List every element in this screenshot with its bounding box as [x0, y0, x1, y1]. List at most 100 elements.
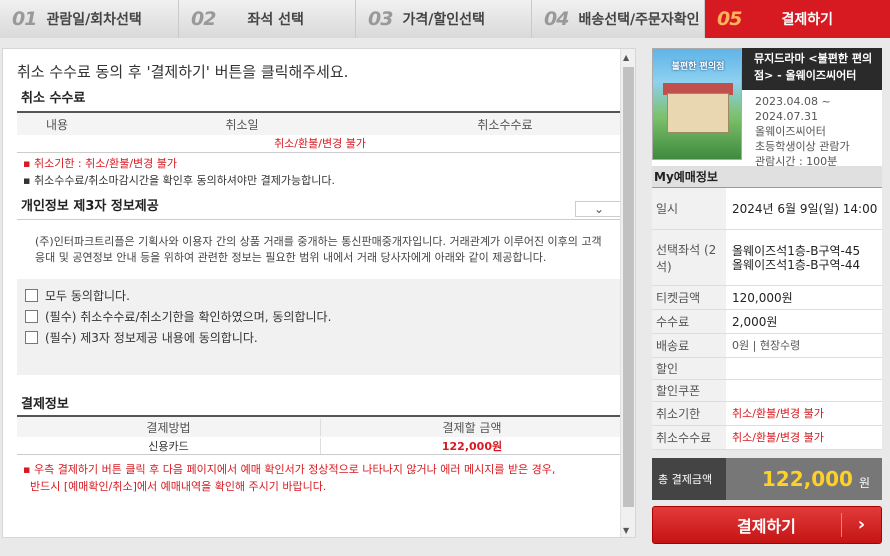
cancel-fee-title: 취소 수수료 [21, 91, 86, 106]
scroll-up-icon[interactable]: ▲ [623, 53, 629, 62]
list-item: ▪ 취소수수료/취소마감시간을 확인후 동의하셔야만 결제가능합니다. [23, 174, 336, 187]
row-value: 취소/환불/변경 불가 [732, 430, 824, 444]
row-value: 120,000원 [732, 290, 793, 305]
row-label: 수수료 [652, 310, 726, 333]
row-value: 2,000원 [732, 314, 778, 329]
row-delivery: 배송료 0원 | 현장수령 [652, 334, 882, 358]
row-value [726, 380, 882, 401]
privacy-text: (주)인터파크트리플은 기획사와 이용자 간의 상품 거래를 중개하는 통신판매… [17, 219, 623, 275]
payment-notes: ▪ 우측 결제하기 버튼 클릭 후 다음 페이지에서 예매 확인서가 정상적으로… [23, 461, 555, 495]
poster-building [667, 93, 729, 133]
list-item: 반드시 [예매확인/취소]에서 예매내역을 확인해 주시기 바랍니다. [30, 480, 327, 493]
step-3: 03 가격/할인선택 [356, 0, 532, 38]
chevron-right-icon: › [841, 513, 881, 537]
agree-all-checkbox[interactable] [25, 289, 38, 302]
total-amount: 122,000 [761, 467, 853, 491]
agree-all-label: 모두 동의합니다. [45, 289, 130, 303]
privacy-title: 개인정보 제3자 정보제공 [21, 199, 159, 214]
row-coupon: 할인쿠폰 [652, 380, 882, 402]
row-cancel-fee: 취소수수료 취소/환불/변경 불가 [652, 426, 882, 450]
step-number: 01 [12, 8, 37, 30]
row-label: 선택좌석 (2석) [652, 230, 726, 285]
performance-info: 불편한 편의점 뮤지드라마 <불편한 편의점> - 올웨이즈씨어터 2023.0… [652, 48, 882, 169]
agreement-checkboxes: 모두 동의합니다. (필수) 취소수수료/취소기한을 확인하였으며, 동의합니다… [17, 279, 623, 375]
seat-item: 올웨이즈석1층-B구역-45 [732, 243, 861, 258]
performance-age: 초등학생이상 관람가 [755, 140, 850, 153]
row-label: 일시 [652, 188, 726, 229]
header-amount: 결제할 금액 [442, 420, 502, 435]
cancel-fee-table: 내용 취소일 취소수수료 취소/환불/변경 불가 [17, 111, 623, 153]
booking-summary: 불편한 편의점 뮤지드라마 <불편한 편의점> - 올웨이즈씨어터 2023.0… [652, 48, 882, 544]
chevron-down-icon: ⌄ [593, 202, 605, 216]
row-label: 취소기한 [652, 402, 726, 425]
row-value: 올웨이즈석1층-B구역-45 올웨이즈석1층-B구역-44 [726, 230, 882, 285]
payment-amount: 122,000원 [441, 439, 503, 453]
step-number: 05 [717, 8, 742, 30]
poster-image: 불편한 편의점 [652, 48, 742, 160]
expand-button[interactable]: ⌄ [575, 201, 623, 217]
performance-venue: 올웨이즈씨어터 [755, 125, 826, 138]
row-value: 0원 | 현장수령 [732, 338, 801, 352]
step-4: 04 배송선택/주문자확인 [532, 0, 705, 38]
step-label: 가격/할인선택 [402, 12, 485, 28]
step-number: 03 [368, 8, 393, 30]
pay-button-label: 결제하기 [737, 517, 796, 536]
step-label: 관람일/회차선택 [46, 12, 142, 28]
list-item: ▪ 우측 결제하기 버튼 클릭 후 다음 페이지에서 예매 확인서가 정상적으로… [23, 463, 556, 476]
scrollbar[interactable]: ▲ ▼ [620, 49, 635, 537]
agree-cancel-fee-label: (필수) 취소수수료/취소기한을 확인하였으며, 동의합니다. [45, 310, 332, 324]
scroll-thumb[interactable] [623, 67, 634, 507]
seat-item: 올웨이즈석1층-B구역-44 [732, 257, 861, 272]
performance-details: 2023.04.08 ~ 2024.07.31 올웨이즈씨어터 초등학생이상 관… [755, 94, 881, 169]
header-cancel-date: 취소일 [225, 117, 259, 132]
poster-title: 불편한 편의점 [671, 62, 725, 72]
step-label: 결제하기 [781, 12, 833, 28]
list-item: ▪ 취소기한 : 취소/환불/변경 불가 [23, 157, 178, 170]
agree-third-party-label: (필수) 제3자 정보제공 내용에 동의합니다. [45, 331, 258, 345]
row-ticket-price: 티켓금액 120,000원 [652, 286, 882, 310]
cancel-fee-notes: ▪ 취소기한 : 취소/환불/변경 불가 ▪ 취소수수료/취소마감시간을 확인후… [23, 155, 335, 189]
agree-third-party-item[interactable]: (필수) 제3자 정보제공 내용에 동의합니다. [25, 327, 623, 348]
step-label: 배송선택/주문자확인 [578, 12, 700, 28]
row-label: 티켓금액 [652, 286, 726, 309]
row-label: 할인쿠폰 [652, 380, 726, 401]
step-5-active: 05 결제하기 [705, 0, 890, 38]
performance-name: 뮤지드라마 <불편한 편의점> - 올웨이즈씨어터 [754, 52, 873, 82]
step-bar: 01 관람일/회차선택 02 좌석 선택 03 가격/할인선택 04 배송선택/주문자확… [0, 0, 890, 38]
table-row: 취소/환불/변경 불가 [17, 135, 623, 153]
row-value [726, 358, 882, 379]
step-number: 02 [191, 8, 216, 30]
header-method: 결제방법 [17, 418, 321, 436]
payment-table: 결제방법 결제할 금액 신용카드 122,000원 [17, 415, 623, 455]
agree-cancel-fee-item[interactable]: (필수) 취소수수료/취소기한을 확인하였으며, 동의합니다. [25, 306, 623, 327]
row-fee: 수수료 2,000원 [652, 310, 882, 334]
table-row: 신용카드 122,000원 [17, 437, 623, 455]
step-number: 04 [544, 8, 569, 30]
my-booking-title: My예매정보 [652, 166, 882, 188]
total-amount-row: 총 결제금액 122,000 원 [652, 458, 882, 500]
pay-button[interactable]: 결제하기 › [652, 506, 882, 544]
agreement-panel: 취소 수수료 동의 후 '결제하기' 버튼을 클릭해주세요. 취소 수수료 내용… [2, 48, 636, 538]
row-label: 할인 [652, 358, 726, 379]
agree-cancel-fee-checkbox[interactable] [25, 310, 38, 323]
agree-third-party-checkbox[interactable] [25, 331, 38, 344]
header-cancel-fee: 취소수수료 [477, 117, 533, 132]
total-unit: 원 [858, 475, 870, 490]
scroll-down-icon[interactable]: ▼ [623, 526, 629, 535]
total-value: 122,000 원 [726, 458, 882, 500]
performance-period: 2023.04.08 ~ 2024.07.31 [755, 95, 831, 123]
row-label: 배송료 [652, 334, 726, 357]
table-header: 내용 취소일 취소수수료 [17, 113, 623, 135]
payment-method: 신용카드 [17, 437, 321, 454]
step-2: 02 좌석 선택 [179, 0, 356, 38]
my-booking-table: 일시 2024년 6월 9일(일) 14:00 선택좌석 (2석) 올웨이즈석1… [652, 188, 882, 450]
step-label: 좌석 선택 [247, 12, 304, 28]
table-header: 결제방법 결제할 금액 [17, 417, 623, 437]
row-datetime: 일시 2024년 6월 9일(일) 14:00 [652, 188, 882, 230]
row-cancel-deadline: 취소기한 취소/환불/변경 불가 [652, 402, 882, 426]
agree-all-item[interactable]: 모두 동의합니다. [25, 285, 623, 306]
notice-title: 취소 수수료 동의 후 '결제하기' 버튼을 클릭해주세요. [17, 63, 349, 81]
row-value: 2024년 6월 9일(일) 14:00 [732, 201, 878, 216]
row-discount: 할인 [652, 358, 882, 380]
payment-info-title: 결제정보 [21, 397, 69, 412]
